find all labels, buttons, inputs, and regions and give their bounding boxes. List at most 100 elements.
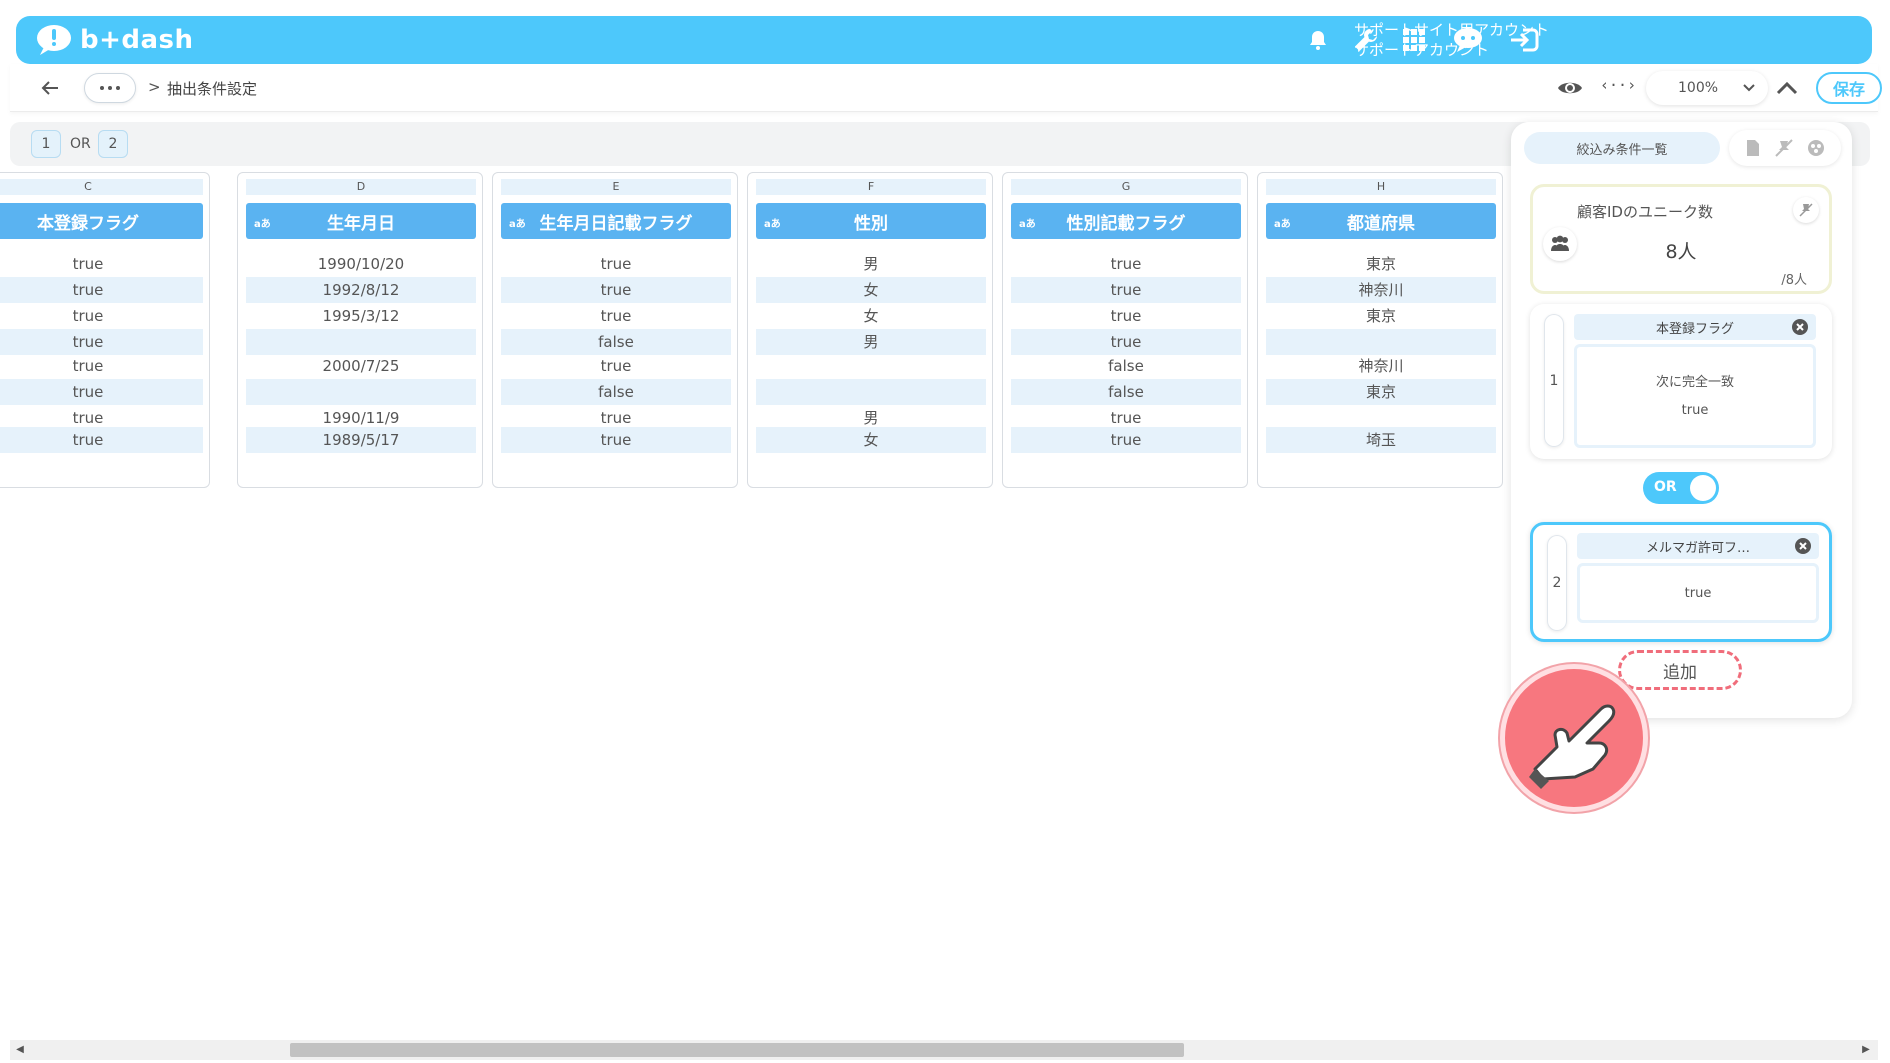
table-cell: true xyxy=(501,427,731,453)
table-cell: 男 xyxy=(863,255,879,273)
column-header[interactable]: 本登録フラグ xyxy=(0,203,203,239)
condition-field-text: 本登録フラグ xyxy=(1655,321,1734,337)
scroll-left-icon[interactable]: ◀ xyxy=(14,1044,26,1056)
column-letter: H xyxy=(1266,179,1496,195)
table-cell: 神奈川 xyxy=(1266,277,1496,303)
grid-icon[interactable] xyxy=(1396,22,1432,58)
save-button[interactable]: 保存 xyxy=(1816,72,1882,104)
table-cell: 1995/3/12 xyxy=(322,307,400,325)
text-type-icon: aあ xyxy=(764,219,781,230)
close-icon[interactable] xyxy=(1795,538,1811,554)
group-circle-icon[interactable] xyxy=(1807,139,1825,157)
code-view-icon[interactable]: ‹··› xyxy=(1600,76,1636,100)
table-cell xyxy=(246,379,476,405)
app-header: b+dash サポートサイト用アカウント サポートアカウント xyxy=(16,16,1872,64)
breadcrumb-more-button[interactable] xyxy=(84,73,136,103)
column-header[interactable]: aあ 性別 xyxy=(756,203,986,239)
unique-count-card: 顧客IDのユニーク数 8人 /8人 xyxy=(1530,184,1832,294)
condition-operator-text: 次に完全一致 xyxy=(1655,375,1734,390)
column-title: 生年月日 xyxy=(327,213,395,234)
condition-body[interactable]: true xyxy=(1577,563,1819,623)
wrench-icon[interactable] xyxy=(1348,22,1384,58)
condition-value-text: true xyxy=(1684,586,1712,601)
table-cell: true xyxy=(600,307,632,325)
condition-card-1[interactable]: 1 本登録フラグ 次に完全一致 true xyxy=(1530,304,1832,459)
toggle-knob xyxy=(1690,475,1716,501)
chat-icon[interactable] xyxy=(1450,22,1486,58)
column-header[interactable]: aあ 生年月日記載フラグ xyxy=(501,203,731,239)
horizontal-scrollbar[interactable]: ◀ ▶ xyxy=(10,1040,1878,1060)
column-title: 性別 xyxy=(854,213,888,234)
table-cell: true xyxy=(72,255,104,273)
data-column[interactable]: Gaあ 性別記載フラグ true true true true false false true… xyxy=(1002,172,1248,488)
table-cell: false xyxy=(1011,379,1241,405)
column-letter: E xyxy=(501,179,731,195)
preview-eye-icon[interactable] xyxy=(1556,74,1584,102)
table-cell: 女 xyxy=(756,427,986,453)
zoom-value: 100% xyxy=(1678,80,1719,96)
table-cell: true xyxy=(1110,255,1142,273)
table-cell: false xyxy=(1108,357,1144,375)
scrollbar-thumb[interactable] xyxy=(290,1043,1184,1057)
count-total: /8人 xyxy=(1781,273,1807,288)
text-type-icon: aあ xyxy=(254,219,271,230)
text-type-icon: aあ xyxy=(1274,219,1291,230)
data-column[interactable]: C 本登録フラグ true true true true true true true true xyxy=(0,172,210,488)
condition-field-text: メルマガ許可フ… xyxy=(1645,540,1750,556)
data-column[interactable]: Faあ 性別男女女男男女 xyxy=(747,172,993,488)
close-icon[interactable] xyxy=(1792,319,1808,335)
condition-field-label[interactable]: メルマガ許可フ… xyxy=(1577,533,1819,559)
zoom-select[interactable]: 100% xyxy=(1646,71,1768,105)
logout-icon[interactable] xyxy=(1506,22,1542,58)
table-cell: 1990/10/20 xyxy=(317,255,405,273)
no-pin-icon[interactable] xyxy=(1774,138,1794,158)
table-cell: false xyxy=(501,329,731,355)
table-cell: true xyxy=(600,357,632,375)
text-type-icon: aあ xyxy=(509,219,526,230)
column-header[interactable]: aあ 都道府県 xyxy=(1266,203,1496,239)
column-title: 生年月日記載フラグ xyxy=(539,213,693,234)
column-letter: F xyxy=(756,179,986,195)
condition-body[interactable]: 次に完全一致 true xyxy=(1574,344,1816,448)
data-column[interactable]: Haあ 都道府県 東京 神奈川 東京 神奈川 東京 埼玉 xyxy=(1257,172,1503,488)
bell-icon[interactable] xyxy=(1300,22,1336,58)
column-header[interactable]: aあ 性別記載フラグ xyxy=(1011,203,1241,239)
table-cell: 2000/7/25 xyxy=(322,357,400,375)
condition-chip-1[interactable]: 1 xyxy=(31,130,61,158)
condition-card-2[interactable]: 2 メルマガ許可フ… true xyxy=(1530,522,1832,642)
or-toggle-switch[interactable]: OR xyxy=(1643,472,1719,504)
condition-chip-2[interactable]: 2 xyxy=(98,130,128,158)
table-cell xyxy=(246,329,476,355)
table-cell: 東京 xyxy=(1365,255,1396,273)
filter-panel: 絞込み条件一覧 顧客IDのユニーク数 8人 /8人 1 本登録フラグ 次に完全一… xyxy=(1511,122,1852,718)
condition-field-label[interactable]: 本登録フラグ xyxy=(1574,314,1816,340)
table-cell: true xyxy=(72,307,104,325)
bdash-logo[interactable]: b+dash xyxy=(34,22,194,58)
column-title: 都道府県 xyxy=(1347,213,1415,234)
table-cell: true xyxy=(501,277,731,303)
table-cell: true xyxy=(0,277,203,303)
breadcrumb-current: 抽出条件設定 xyxy=(167,80,258,98)
table-cell xyxy=(756,379,986,405)
table-cell: 1989/5/17 xyxy=(246,427,476,453)
table-cell: false xyxy=(501,379,731,405)
scroll-right-icon[interactable]: ▶ xyxy=(1860,1044,1872,1056)
table-cell: true xyxy=(1011,427,1241,453)
table-cell: true xyxy=(1110,307,1142,325)
pin-off-icon[interactable] xyxy=(1793,197,1819,223)
chevron-up-icon[interactable] xyxy=(1774,76,1800,100)
document-icon[interactable] xyxy=(1745,139,1761,157)
column-letter: G xyxy=(1011,179,1241,195)
count-value: 8人 xyxy=(1665,241,1697,263)
condition-value-text: true xyxy=(1681,403,1709,418)
filter-list-tab[interactable]: 絞込み条件一覧 xyxy=(1524,132,1720,164)
data-column[interactable]: Daあ 生年月日 1990/10/20 1992/8/12 1995/3/12 2000/… xyxy=(237,172,483,488)
condition-index: 2 xyxy=(1547,535,1567,631)
table-cell: 女 xyxy=(863,307,879,325)
column-header[interactable]: aあ 生年月日 xyxy=(246,203,476,239)
back-arrow-icon[interactable] xyxy=(38,76,62,100)
data-column[interactable]: Eaあ 生年月日記載フラグ true true true false true false tr… xyxy=(492,172,738,488)
column-letter: C xyxy=(0,179,203,195)
table-cell: 東京 xyxy=(1266,379,1496,405)
table-cell: 女 xyxy=(756,277,986,303)
